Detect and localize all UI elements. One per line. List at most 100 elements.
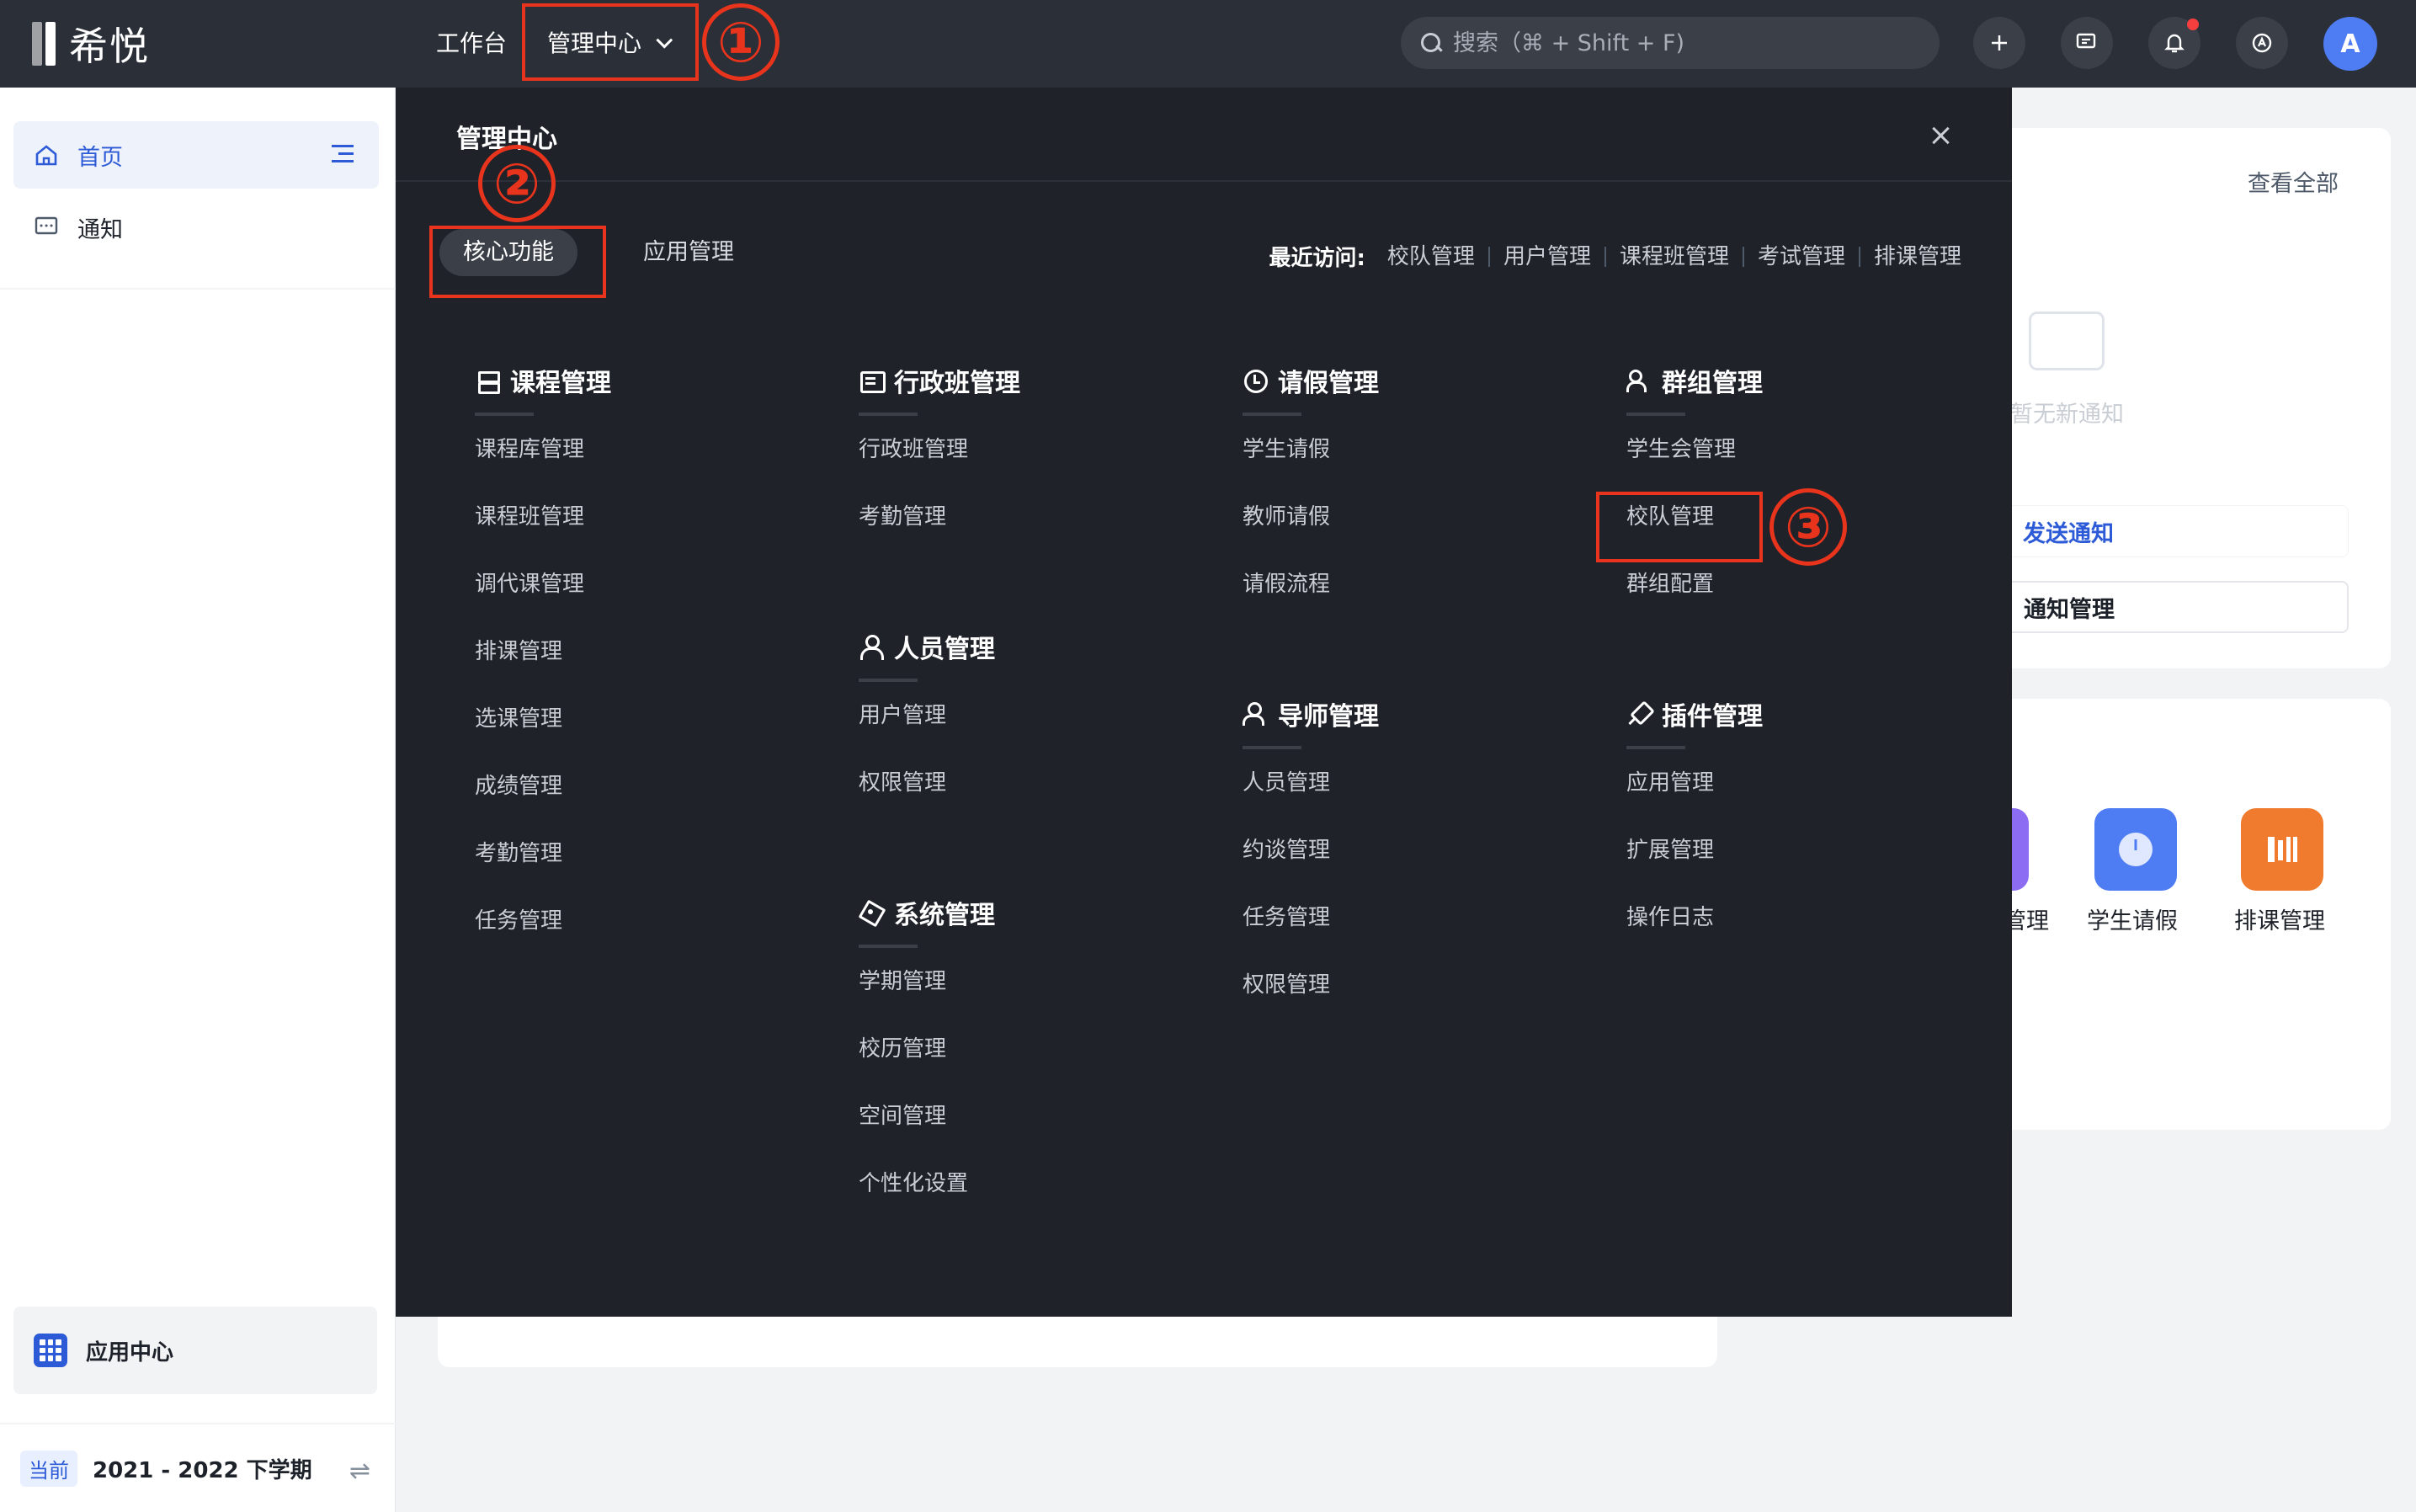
menu-item[interactable]: 学生请假	[1243, 433, 1379, 500]
notifications-button[interactable]	[2148, 17, 2200, 69]
term-selector[interactable]: 当前 2021 - 2022 下学期 ⇌	[0, 1423, 396, 1512]
menu-item[interactable]: 学期管理	[859, 965, 995, 1032]
menu-item[interactable]: 用户管理	[859, 699, 995, 766]
group-header: 请假管理	[1243, 364, 1379, 398]
recent-visits-label: 最近访问:	[1269, 246, 1365, 271]
group-header: 导师管理	[1243, 697, 1379, 732]
group-header: 插件管理	[1626, 697, 1763, 732]
logo-text: 希悦	[69, 24, 150, 69]
send-notice-button[interactable]: 发送通知	[2004, 505, 2349, 557]
group-title: 请假管理	[1278, 369, 1379, 398]
view-all-link[interactable]: 查看全部	[2248, 165, 2339, 198]
sidebar-item-label: 通知	[77, 216, 123, 243]
plus-icon	[1992, 35, 2007, 51]
menu-item[interactable]: 约谈管理	[1243, 833, 1379, 901]
close-icon[interactable]	[1926, 121, 1955, 150]
app-center-button[interactable]: 应用中心	[13, 1307, 377, 1394]
menu-item[interactable]: 群组配置	[1626, 567, 1763, 635]
sidebar-item-label: 首页	[77, 144, 123, 171]
menu-item[interactable]: 校历管理	[859, 1032, 995, 1099]
help-icon	[2252, 33, 2272, 53]
app-tile-scheduling[interactable]	[2241, 808, 2323, 891]
recent-visits: 最近访问: 校队管理 用户管理 课程班管理 考试管理 排课管理	[1269, 241, 1961, 272]
notice-management-button[interactable]: 通知管理	[2004, 581, 2349, 633]
help-button[interactable]	[2236, 17, 2288, 69]
menu-item[interactable]: 考勤管理	[475, 837, 611, 904]
group-title: 课程管理	[510, 369, 611, 398]
recent-item[interactable]: 用户管理	[1490, 246, 1606, 268]
annotation-box-2	[429, 226, 606, 298]
menu-item[interactable]: 权限管理	[1243, 968, 1379, 1036]
app-grid-icon	[34, 1334, 67, 1367]
left-sidebar: 首页 通知 应用中心 当前 2021 - 2022 下学期 ⇌	[0, 88, 396, 1512]
group-underline	[859, 679, 918, 682]
recent-item[interactable]: 考试管理	[1744, 246, 1860, 268]
group-header: 行政班管理	[859, 364, 1020, 398]
message-icon	[35, 216, 58, 235]
group-personnel-management: 人员管理 用户管理 权限管理	[859, 630, 995, 833]
group-header: 人员管理	[859, 630, 995, 664]
sidebar-item-home[interactable]: 首页	[13, 121, 379, 189]
chat-icon	[2076, 33, 2096, 49]
swap-icon[interactable]: ⇌	[349, 1456, 370, 1486]
term-label: 2021 - 2022 下学期	[93, 1457, 312, 1483]
recent-item[interactable]: 课程班管理	[1606, 246, 1744, 268]
messages-button[interactable]	[2061, 17, 2113, 69]
nav-workbench[interactable]: 工作台	[436, 25, 507, 62]
recent-item[interactable]: 校队管理	[1374, 246, 1490, 268]
menu-item[interactable]: 教师请假	[1243, 500, 1379, 567]
notification-badge	[2187, 19, 2199, 30]
tab-app-management[interactable]: 应用管理	[620, 229, 758, 276]
menu-item[interactable]: 权限管理	[859, 766, 995, 833]
menu-item[interactable]: 个性化设置	[859, 1167, 995, 1234]
group-title: 群组管理	[1662, 369, 1763, 398]
group-header: 群组管理	[1626, 364, 1763, 398]
group-underline	[1243, 413, 1301, 416]
annotation-marker-1: ①	[702, 3, 780, 81]
group-underline	[859, 413, 918, 416]
search-icon	[1419, 31, 1443, 55]
menu-item[interactable]: 成绩管理	[475, 769, 611, 837]
management-center-panel: 管理中心 核心功能 应用管理 最近访问: 校队管理 用户管理 课程班管理 考试管…	[396, 88, 2012, 1317]
menu-item[interactable]: 课程库管理	[475, 433, 611, 500]
menu-item[interactable]: 排课管理	[475, 635, 611, 702]
menu-item[interactable]: 人员管理	[1243, 766, 1379, 833]
app-logo[interactable]: 希悦	[32, 20, 150, 69]
global-search[interactable]	[1401, 17, 1940, 69]
schedule-icon	[2268, 837, 2297, 862]
annotation-marker-2: ②	[478, 145, 556, 222]
menu-item[interactable]: 行政班管理	[859, 433, 1020, 500]
group-underline	[1243, 746, 1301, 749]
menu-item[interactable]: 课程班管理	[475, 500, 611, 567]
group-underline	[1626, 413, 1685, 416]
sidebar-item-notice[interactable]: 通知	[13, 194, 379, 261]
menu-item[interactable]: 空间管理	[859, 1099, 995, 1167]
search-input[interactable]	[1453, 29, 1924, 56]
menu-item[interactable]: 任务管理	[475, 904, 611, 972]
recent-item[interactable]: 排课管理	[1860, 246, 1961, 268]
menu-item[interactable]: 调代课管理	[475, 567, 611, 635]
group-underline	[859, 945, 918, 948]
app-tile-student-leave[interactable]	[2094, 808, 2177, 891]
group-mentor-management: 导师管理 人员管理 约谈管理 任务管理 权限管理	[1243, 697, 1379, 1036]
collapse-menu-icon[interactable]	[332, 145, 354, 163]
add-button[interactable]	[1973, 17, 2025, 69]
menu-item[interactable]: 应用管理	[1626, 766, 1763, 833]
logo-mark-icon	[32, 22, 61, 66]
user-avatar[interactable]: A	[2323, 17, 2377, 71]
bell-icon	[2164, 34, 2185, 53]
group-title: 行政班管理	[894, 369, 1020, 398]
group-icon	[1626, 368, 1652, 393]
annotation-marker-3: ③	[1769, 488, 1847, 566]
menu-item[interactable]: 任务管理	[1243, 901, 1379, 968]
menu-item[interactable]: 考勤管理	[859, 500, 1020, 567]
group-title: 导师管理	[1278, 702, 1379, 732]
menu-item[interactable]: 扩展管理	[1626, 833, 1763, 901]
current-term-badge: 当前	[20, 1450, 77, 1487]
menu-item[interactable]: 请假流程	[1243, 567, 1379, 635]
menu-item[interactable]: 选课管理	[475, 702, 611, 769]
menu-item[interactable]: 操作日志	[1626, 901, 1763, 968]
system-icon	[859, 900, 884, 925]
menu-item[interactable]: 学生会管理	[1626, 433, 1763, 500]
panel-divider	[396, 180, 2012, 182]
